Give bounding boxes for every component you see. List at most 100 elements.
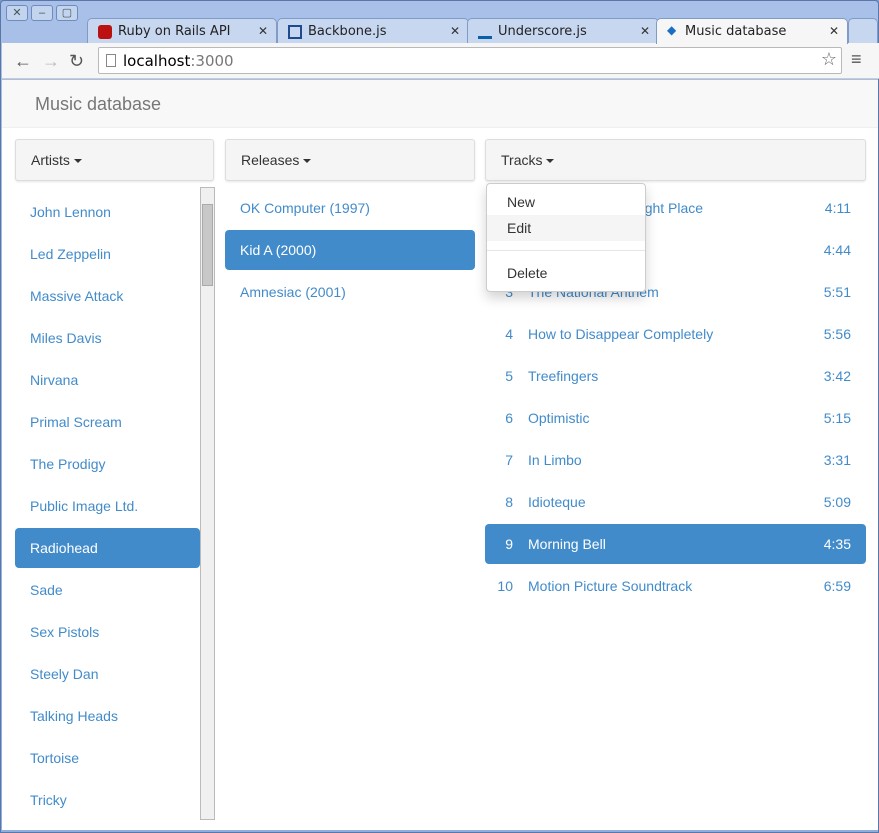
track-duration: 5:56 xyxy=(823,326,851,342)
release-item[interactable]: Amnesiac (2001) xyxy=(225,272,475,312)
menu-item-new[interactable]: New xyxy=(487,189,645,215)
track-number: 10 xyxy=(497,578,513,594)
backbone-icon xyxy=(288,25,302,39)
artist-item[interactable]: Sade xyxy=(15,570,200,610)
ruby-icon xyxy=(98,25,112,39)
tab-label: Underscore.js xyxy=(498,24,587,39)
track-number: 7 xyxy=(505,452,513,468)
tab-music-database[interactable]: ◆ Music database ✕ xyxy=(656,18,848,44)
browser-window: ✕ – ▢ Ruby on Rails API ✕ Backbone.js ✕ Un… xyxy=(0,0,879,833)
track-duration: 5:51 xyxy=(823,284,851,300)
back-icon[interactable]: ← xyxy=(14,51,32,72)
underscore-icon xyxy=(478,25,492,39)
track-title: Optimistic xyxy=(528,410,590,426)
tracks-dropdown[interactable]: Tracks xyxy=(485,139,866,181)
track-number: 5 xyxy=(505,368,513,384)
track-number: 6 xyxy=(505,410,513,426)
track-number: 8 xyxy=(505,494,513,510)
artists-dropdown[interactable]: Artists xyxy=(15,139,214,181)
track-row[interactable]: 9 Morning Bell 4:35 xyxy=(485,524,866,564)
track-number: 4 xyxy=(505,326,513,342)
track-title: Idioteque xyxy=(528,494,586,510)
artist-item[interactable]: Steely Dan xyxy=(15,654,200,694)
tab-label: Backbone.js xyxy=(308,24,387,39)
bookmark-star-icon[interactable]: ☆ xyxy=(821,49,837,70)
track-row[interactable]: 5 Treefingers 3:42 xyxy=(485,356,866,396)
track-row[interactable]: 8 Idioteque 5:09 xyxy=(485,482,866,522)
artist-item[interactable]: John Lennon xyxy=(15,192,200,232)
track-row[interactable]: 6 Optimistic 5:15 xyxy=(485,398,866,438)
caret-down-icon xyxy=(73,159,82,164)
artist-item[interactable]: The Prodigy xyxy=(15,444,200,484)
tab-backbone[interactable]: Backbone.js ✕ xyxy=(277,18,469,44)
artist-item[interactable]: Massive Attack xyxy=(15,276,200,316)
new-tab-button[interactable] xyxy=(848,18,878,44)
menu-icon[interactable]: ≡ xyxy=(851,49,862,70)
tab-rails[interactable]: Ruby on Rails API ✕ xyxy=(87,18,277,44)
menu-divider xyxy=(487,250,645,251)
reload-icon[interactable]: ↻ xyxy=(69,51,84,72)
artist-item[interactable]: Radiohead xyxy=(15,528,200,568)
tracks-header: Tracks xyxy=(501,152,543,168)
app-icon: ◆ xyxy=(667,23,677,37)
track-title: How to Disappear Completely xyxy=(528,326,714,342)
artist-item[interactable]: Talking Heads xyxy=(15,696,200,736)
artist-item[interactable]: Led Zeppelin xyxy=(15,234,200,274)
caret-down-icon xyxy=(546,159,555,164)
page-icon xyxy=(106,54,116,67)
track-duration: 3:31 xyxy=(823,452,851,468)
close-tab-icon[interactable]: ✕ xyxy=(829,24,839,38)
track-row[interactable]: 4 How to Disappear Completely 5:56 xyxy=(485,314,866,354)
url-host: localhost xyxy=(123,52,191,70)
track-title: In Limbo xyxy=(528,452,582,468)
tab-underscore[interactable]: Underscore.js ✕ xyxy=(467,18,659,44)
maximize-window-button[interactable]: ▢ xyxy=(56,5,78,21)
artist-item[interactable]: Primal Scream xyxy=(15,402,200,442)
track-duration: 3:42 xyxy=(823,368,851,384)
track-duration: 4:11 xyxy=(824,200,851,216)
menu-item-edit[interactable]: Edit xyxy=(487,215,645,241)
track-duration: 5:09 xyxy=(823,494,851,510)
menu-item-delete[interactable]: Delete xyxy=(487,260,645,286)
artist-scrollbar[interactable] xyxy=(200,187,215,820)
artist-list: John Lennon Led Zeppelin Massive Attack Mil… xyxy=(15,192,200,822)
app-navbar: Music database xyxy=(2,80,878,128)
artist-item[interactable]: Tricky xyxy=(15,780,200,820)
track-row[interactable]: 7 In Limbo 3:31 xyxy=(485,440,866,480)
close-tab-icon[interactable]: ✕ xyxy=(640,24,650,38)
track-duration: 4:35 xyxy=(823,536,851,552)
caret-down-icon xyxy=(303,159,312,164)
release-item[interactable]: Kid A (2000) xyxy=(225,230,475,270)
artist-item[interactable]: Public Image Ltd. xyxy=(15,486,200,526)
forward-icon[interactable]: → xyxy=(42,51,60,72)
track-duration: 6:59 xyxy=(823,578,851,594)
page: Music database Artists Releases Tracks J… xyxy=(2,80,878,830)
artists-header: Artists xyxy=(31,152,70,168)
minimize-window-button[interactable]: – xyxy=(31,5,53,21)
artist-item[interactable]: Miles Davis xyxy=(15,318,200,358)
scrollbar-thumb[interactable] xyxy=(202,204,213,286)
releases-dropdown[interactable]: Releases xyxy=(225,139,475,181)
artist-item[interactable]: Sex Pistols xyxy=(15,612,200,652)
track-number: 9 xyxy=(505,536,513,552)
address-bar[interactable]: localhost:3000 ☆ xyxy=(98,47,842,74)
track-row[interactable]: 10 Motion Picture Soundtrack 6:59 xyxy=(485,566,866,606)
tab-label: Ruby on Rails API xyxy=(118,24,231,39)
track-title: Morning Bell xyxy=(528,536,606,552)
tracks-dropdown-menu: New Edit Delete xyxy=(486,183,646,292)
release-list: OK Computer (1997) Kid A (2000) Amnesiac (… xyxy=(225,188,475,314)
release-item[interactable]: OK Computer (1997) xyxy=(225,188,475,228)
close-tab-icon[interactable]: ✕ xyxy=(258,24,268,38)
track-duration: 4:44 xyxy=(823,242,851,258)
artist-item[interactable]: Tortoise xyxy=(15,738,200,778)
track-title: Motion Picture Soundtrack xyxy=(528,578,693,594)
app-title[interactable]: Music database xyxy=(35,94,161,114)
tab-label: Music database xyxy=(685,24,787,39)
url-port: :3000 xyxy=(190,52,234,70)
track-title: Treefingers xyxy=(528,368,599,384)
close-tab-icon[interactable]: ✕ xyxy=(450,24,460,38)
artist-item[interactable]: Nirvana xyxy=(15,360,200,400)
track-duration: 5:15 xyxy=(823,410,851,426)
close-window-button[interactable]: ✕ xyxy=(6,5,28,21)
releases-header: Releases xyxy=(241,152,300,168)
